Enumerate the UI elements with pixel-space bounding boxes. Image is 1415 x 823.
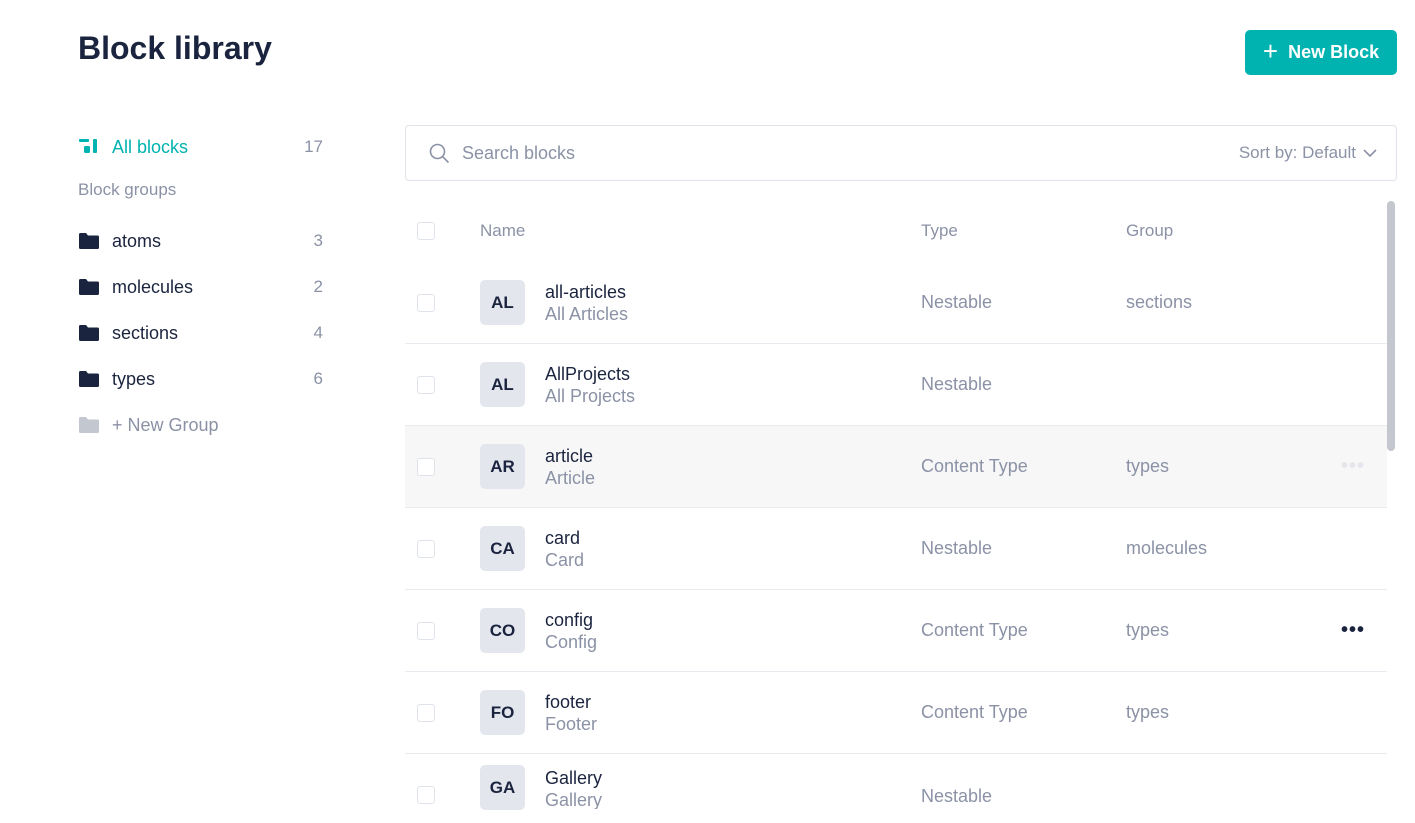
row-checkbox[interactable] [417, 703, 435, 722]
column-header-group[interactable]: Group [1126, 221, 1173, 241]
sidebar: All blocks 17 Block groups atoms 3 molec… [78, 130, 323, 448]
block-technical-name: card [545, 527, 581, 548]
table-row[interactable]: AR article Article Content Type types ••• [405, 426, 1387, 508]
table-row[interactable]: AL AllProjects All Projects Nestable [405, 344, 1387, 426]
sidebar-item-atoms[interactable]: atoms 3 [78, 218, 323, 264]
folder-icon [79, 325, 99, 341]
more-horizontal-icon[interactable]: ••• [1341, 455, 1364, 478]
block-technical-name: Gallery [545, 767, 603, 788]
blocks-table: Name Type Group AL all-articles All Artic… [405, 200, 1387, 814]
new-group-button[interactable]: + New Group [78, 402, 323, 448]
block-badge: FO [480, 690, 525, 735]
sidebar-item-label: sections [112, 322, 179, 343]
sidebar-item-label: atoms [112, 230, 162, 251]
plus-icon: + [1262, 36, 1279, 66]
block-group: types [1126, 702, 1170, 722]
block-name-cell: FO footer Footer [480, 690, 597, 735]
folder-icon [79, 233, 99, 249]
block-badge: AL [480, 280, 525, 325]
column-header-type[interactable]: Type [921, 221, 958, 241]
new-block-button-label: New Block [1288, 42, 1380, 62]
sidebar-item-types[interactable]: types 6 [78, 356, 323, 402]
block-display-name: Footer [545, 713, 598, 734]
sidebar-item-label: molecules [112, 276, 194, 297]
block-badge: AL [480, 362, 525, 407]
page-title: Block library [78, 30, 272, 66]
select-all-checkbox[interactable] [417, 222, 435, 240]
block-type: Nestable [921, 538, 993, 558]
block-display-name: All Projects [545, 385, 636, 406]
row-checkbox[interactable] [417, 786, 435, 804]
block-badge: CO [480, 608, 525, 653]
sidebar-item-label: types [112, 368, 156, 389]
new-block-button[interactable]: + New Block [1245, 30, 1397, 75]
folder-icon [79, 371, 99, 387]
block-display-name: Config [545, 631, 598, 652]
block-type: Nestable [921, 292, 993, 312]
block-display-name: Card [545, 549, 585, 570]
block-type: Nestable [921, 786, 993, 806]
block-group: sections [1126, 292, 1193, 312]
table-row[interactable]: AL all-articles All Articles Nestable sec… [405, 262, 1387, 344]
folder-icon [79, 417, 99, 433]
column-header-name[interactable]: Name [480, 221, 525, 241]
sidebar-item-all-blocks[interactable]: All blocks 17 [78, 130, 323, 164]
block-name-cell: GA Gallery Gallery [480, 765, 602, 810]
table-header: Name Type Group [405, 200, 1387, 262]
sidebar-item-sections[interactable]: sections 4 [78, 310, 323, 356]
row-checkbox[interactable] [417, 375, 435, 394]
block-type: Content Type [921, 620, 1028, 640]
block-name-cell: AL AllProjects All Projects [480, 362, 635, 407]
block-type: Content Type [921, 456, 1028, 476]
new-group-label: + New Group [112, 414, 219, 435]
table-row[interactable]: FO footer Footer Content Type types [405, 672, 1387, 754]
more-horizontal-icon[interactable]: ••• [1341, 619, 1364, 642]
block-name-cell: AL all-articles All Articles [480, 280, 628, 325]
block-groups-heading: Block groups [78, 180, 177, 199]
block-badge: CA [480, 526, 525, 571]
sort-label: Sort by: Default [1238, 143, 1356, 162]
row-checkbox[interactable] [417, 621, 435, 640]
row-checkbox[interactable] [417, 457, 435, 476]
block-group: molecules [1126, 538, 1208, 558]
table-row[interactable]: GA Gallery Gallery Nestable [405, 754, 1387, 814]
sidebar-item-count: 17 [304, 137, 323, 156]
block-group: types [1126, 620, 1170, 640]
search-bar: Sort by: Default [405, 125, 1397, 181]
blocks-icon [79, 139, 97, 153]
sidebar-item-count: 4 [313, 323, 323, 342]
chevron-down-icon [1363, 149, 1377, 158]
search-input[interactable] [460, 141, 1239, 165]
block-name-cell: CA card Card [480, 526, 584, 571]
block-display-name: All Articles [545, 303, 629, 324]
sidebar-item-molecules[interactable]: molecules 2 [78, 264, 323, 310]
block-badge: AR [480, 444, 525, 489]
row-checkbox[interactable] [417, 293, 435, 312]
sidebar-item-count: 2 [313, 277, 323, 296]
block-badge: GA [480, 765, 525, 810]
block-technical-name: AllProjects [545, 363, 631, 384]
block-technical-name: article [545, 445, 594, 466]
table-row[interactable]: CO config Config Content Type types ••• [405, 590, 1387, 672]
block-technical-name: footer [545, 691, 592, 712]
table-row[interactable]: CA card Card Nestable molecules [405, 508, 1387, 590]
block-name-cell: CO config Config [480, 608, 597, 653]
block-type: Nestable [921, 374, 993, 394]
block-display-name: Gallery [545, 789, 603, 809]
block-technical-name: all-articles [545, 281, 627, 302]
sort-dropdown[interactable]: Sort by: Default [1239, 143, 1378, 163]
search-icon [429, 143, 449, 163]
block-type: Content Type [921, 702, 1028, 722]
sidebar-item-count: 6 [313, 369, 323, 388]
block-technical-name: config [545, 609, 594, 630]
block-name-cell: AR article Article [480, 444, 595, 489]
block-display-name: Article [545, 467, 596, 488]
sidebar-item-label: All blocks [112, 136, 189, 157]
block-group: types [1126, 456, 1170, 476]
sidebar-item-count: 3 [313, 231, 323, 250]
row-checkbox[interactable] [417, 539, 435, 558]
folder-icon [79, 279, 99, 295]
scrollbar[interactable] [1387, 201, 1395, 451]
